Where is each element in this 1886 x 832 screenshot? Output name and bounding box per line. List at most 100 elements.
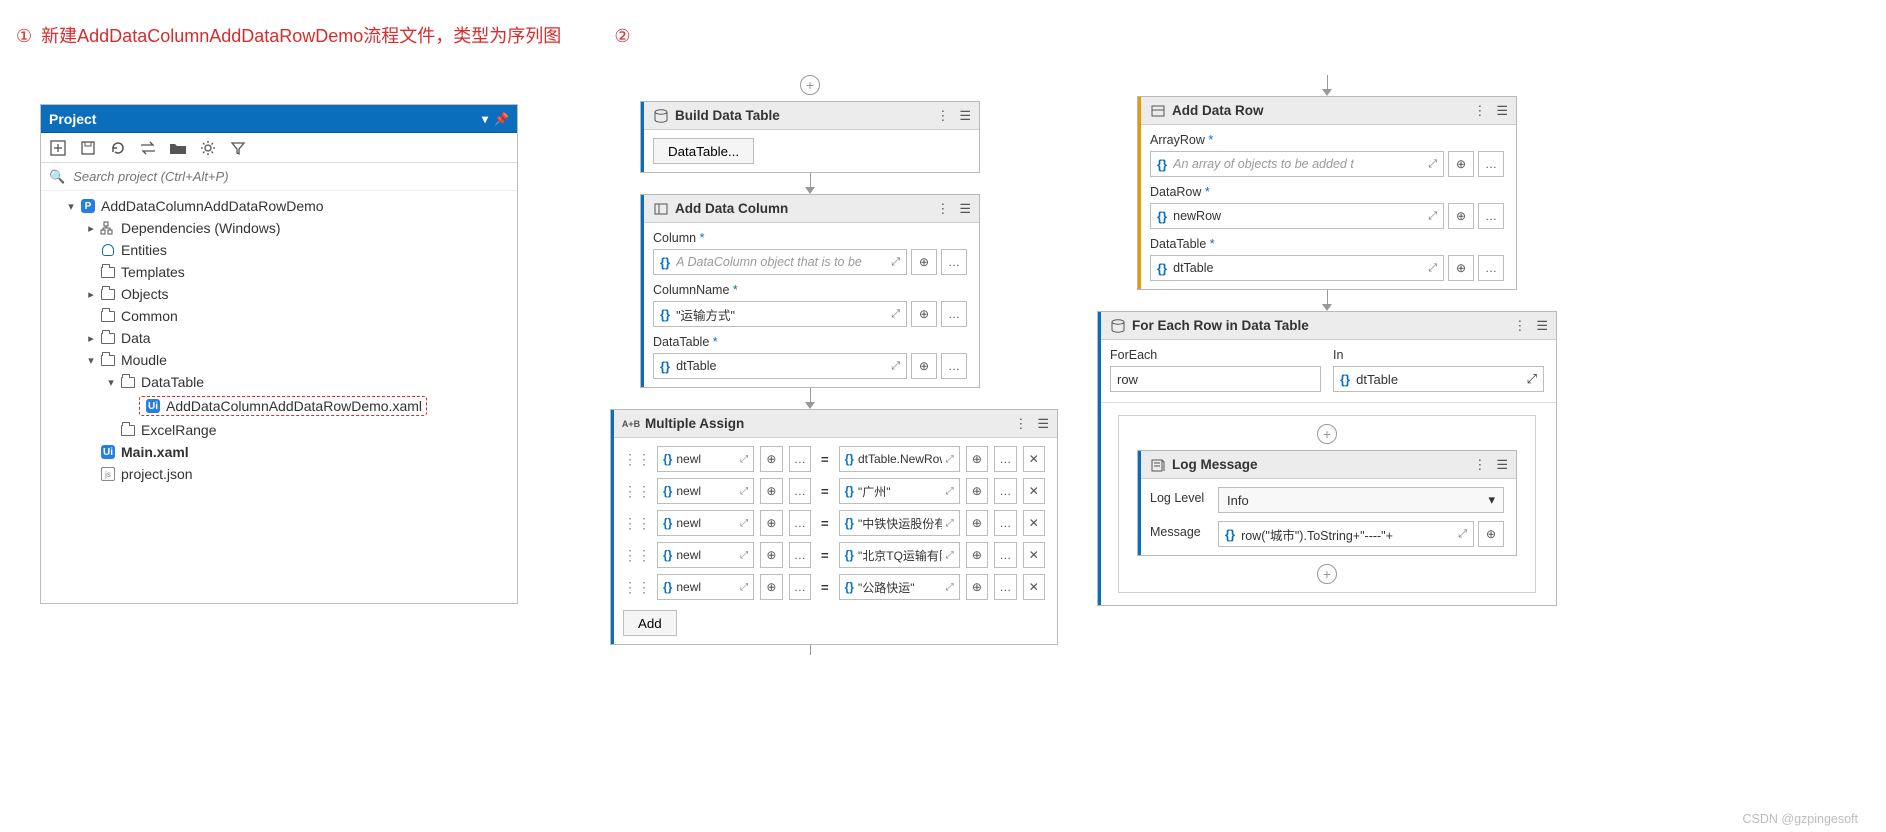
plus-button[interactable]: ⊕ xyxy=(1448,151,1474,177)
more-icon[interactable]: ⋮ xyxy=(1014,416,1027,432)
datatable-button[interactable]: DataTable... xyxy=(653,138,754,164)
add-data-row-activity[interactable]: Add Data Row ⋮☰ ArrayRow * {}An array of… xyxy=(1137,96,1517,290)
ellipsis-button[interactable]: … xyxy=(994,446,1016,472)
tree-main[interactable]: UiMain.xaml xyxy=(81,441,517,463)
plus-button[interactable]: ⊕ xyxy=(760,510,782,536)
collapse-icon[interactable]: ☰ xyxy=(1496,457,1508,473)
tree-templates[interactable]: Templates xyxy=(81,261,517,283)
arrayrow-input[interactable]: {}An array of objects to be added t⤢ xyxy=(1150,151,1444,177)
new-icon[interactable] xyxy=(49,139,67,157)
plus-button[interactable]: ⊕ xyxy=(911,353,937,379)
datatable-input[interactable]: {}dtTable⤢ xyxy=(1150,255,1444,281)
more-icon[interactable]: ⋮ xyxy=(1473,457,1486,473)
ellipsis-button[interactable]: … xyxy=(1478,203,1504,229)
more-icon[interactable]: ⋮ xyxy=(936,108,949,124)
plus-button[interactable]: ⊕ xyxy=(760,542,782,568)
open-folder-icon[interactable] xyxy=(169,139,187,157)
ellipsis-button[interactable]: … xyxy=(994,510,1016,536)
collapse-icon[interactable]: ☰ xyxy=(1536,318,1548,334)
plus-button[interactable]: ⊕ xyxy=(760,478,782,504)
ellipsis-button[interactable]: … xyxy=(789,542,811,568)
plus-button[interactable]: ⊕ xyxy=(1448,203,1474,229)
more-icon[interactable]: ⋮ xyxy=(936,201,949,217)
ellipsis-button[interactable]: … xyxy=(994,574,1016,600)
add-data-column-activity[interactable]: Add Data Column ⋮☰ Column * {}A DataColu… xyxy=(640,194,980,388)
assign-left-input[interactable]: {}newl⤢ xyxy=(657,510,754,536)
sync-icon[interactable] xyxy=(139,139,157,157)
tree-moudle[interactable]: ▾Moudle xyxy=(81,349,517,371)
tree-data[interactable]: ▸Data xyxy=(81,327,517,349)
more-icon[interactable]: ⋮ xyxy=(1473,103,1486,119)
tree-project-json[interactable]: jsproject.json xyxy=(81,463,517,485)
search-input[interactable] xyxy=(71,168,509,185)
drag-handle-icon[interactable]: ⋮⋮ xyxy=(623,451,651,468)
ellipsis-button[interactable]: … xyxy=(789,510,811,536)
log-message-input[interactable]: {}row("城市").ToString+"----"+⤢ xyxy=(1218,521,1474,547)
columnname-input[interactable]: {}"运输方式"⤢ xyxy=(653,301,907,327)
add-assign-button[interactable]: Add xyxy=(623,610,677,636)
panel-dropdown-icon[interactable]: ▾ xyxy=(482,112,488,126)
column-input[interactable]: {}A DataColumn object that is to be⤢ xyxy=(653,249,907,275)
plus-button[interactable]: ⊕ xyxy=(966,510,988,536)
plus-button[interactable]: ⊕ xyxy=(760,574,782,600)
remove-button[interactable]: ✕ xyxy=(1023,478,1045,504)
ellipsis-button[interactable]: … xyxy=(789,574,811,600)
add-before-icon[interactable]: + xyxy=(800,75,820,95)
tree-datatable[interactable]: ▾DataTable xyxy=(101,371,517,393)
datarow-input[interactable]: {}newRow⤢ xyxy=(1150,203,1444,229)
ellipsis-button[interactable]: … xyxy=(941,353,967,379)
assign-right-input[interactable]: {}"北京TQ运输有限公⤢ xyxy=(839,542,960,568)
drag-handle-icon[interactable]: ⋮⋮ xyxy=(623,547,651,564)
assign-right-input[interactable]: {}dtTable.NewRow⤢ xyxy=(839,446,960,472)
assign-right-input[interactable]: {}"中铁快运股份有限⤢ xyxy=(839,510,960,536)
log-level-select[interactable]: Info▾ xyxy=(1218,487,1504,513)
more-icon[interactable]: ⋮ xyxy=(1513,318,1526,334)
add-before-log-icon[interactable]: + xyxy=(1317,424,1337,444)
remove-button[interactable]: ✕ xyxy=(1023,510,1045,536)
drag-handle-icon[interactable]: ⋮⋮ xyxy=(623,579,651,596)
assign-right-input[interactable]: {}"广州"⤢ xyxy=(839,478,960,504)
ellipsis-button[interactable]: … xyxy=(789,478,811,504)
foreach-in-input[interactable]: {}dtTable⤢ xyxy=(1333,366,1544,392)
refresh-icon[interactable] xyxy=(109,139,127,157)
assign-left-input[interactable]: {}newl⤢ xyxy=(657,446,754,472)
plus-button[interactable]: ⊕ xyxy=(1448,255,1474,281)
foreach-var-input[interactable]: row xyxy=(1110,366,1321,392)
gear-icon[interactable] xyxy=(199,139,217,157)
foreach-row-activity[interactable]: For Each Row in Data Table ⋮☰ ForEach ro… xyxy=(1097,311,1557,606)
tree-entities[interactable]: Entities xyxy=(81,239,517,261)
assign-right-input[interactable]: {}"公路快运"⤢ xyxy=(839,574,960,600)
save-icon[interactable] xyxy=(79,139,97,157)
ellipsis-button[interactable]: … xyxy=(1478,151,1504,177)
tree-common[interactable]: Common xyxy=(81,305,517,327)
tree-dependencies[interactable]: ▸Dependencies (Windows) xyxy=(81,217,517,239)
plus-button[interactable]: ⊕ xyxy=(966,478,988,504)
filter-icon[interactable] xyxy=(229,139,247,157)
panel-pin-icon[interactable]: 📌 xyxy=(494,112,509,126)
plus-button[interactable]: ⊕ xyxy=(966,446,988,472)
drag-handle-icon[interactable]: ⋮⋮ xyxy=(623,515,651,532)
plus-button[interactable]: ⊕ xyxy=(966,542,988,568)
collapse-icon[interactable]: ☰ xyxy=(1496,103,1508,119)
assign-left-input[interactable]: {}newl⤢ xyxy=(657,574,754,600)
remove-button[interactable]: ✕ xyxy=(1023,542,1045,568)
plus-button[interactable]: ⊕ xyxy=(911,249,937,275)
plus-button[interactable]: ⊕ xyxy=(911,301,937,327)
multiple-assign-activity[interactable]: A+B Multiple Assign ⋮☰ ⋮⋮{}newl⤢⊕…={}dtT… xyxy=(610,409,1058,645)
drag-handle-icon[interactable]: ⋮⋮ xyxy=(623,483,651,500)
plus-button[interactable]: ⊕ xyxy=(760,446,782,472)
ellipsis-button[interactable]: … xyxy=(994,542,1016,568)
ellipsis-button[interactable]: … xyxy=(941,249,967,275)
collapse-icon[interactable]: ☰ xyxy=(959,108,971,124)
plus-button[interactable]: ⊕ xyxy=(1478,521,1504,547)
tree-root[interactable]: ▾PAddDataColumnAddDataRowDemo xyxy=(61,195,517,217)
tree-objects[interactable]: ▸Objects xyxy=(81,283,517,305)
ellipsis-button[interactable]: … xyxy=(994,478,1016,504)
tree-excelrange[interactable]: ExcelRange xyxy=(101,419,517,441)
tree-demo-file[interactable]: UiAddDataColumnAddDataRowDemo.xaml xyxy=(121,393,517,419)
log-message-activity[interactable]: Log Message ⋮☰ Log Level Info▾ Message xyxy=(1137,450,1517,556)
ellipsis-button[interactable]: … xyxy=(789,446,811,472)
datatable-input[interactable]: {}dtTable⤢ xyxy=(653,353,907,379)
collapse-icon[interactable]: ☰ xyxy=(1037,416,1049,432)
ellipsis-button[interactable]: … xyxy=(941,301,967,327)
